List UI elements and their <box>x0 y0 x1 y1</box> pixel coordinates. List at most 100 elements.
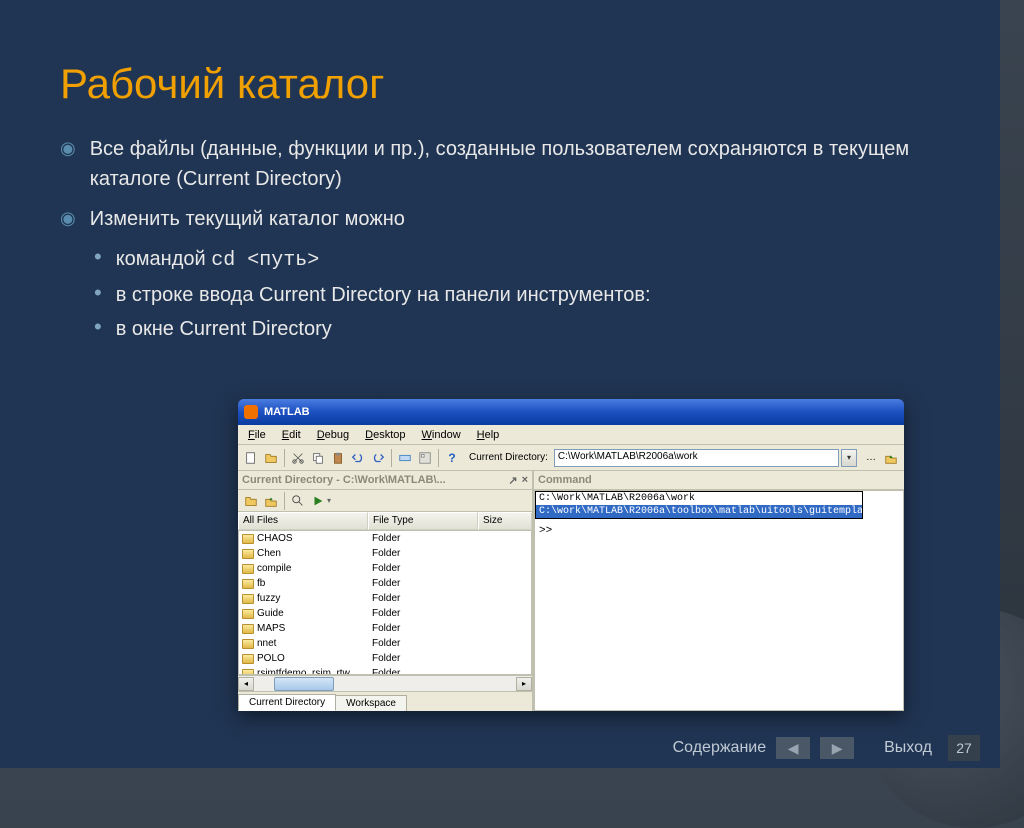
folder-icon <box>242 624 254 634</box>
directory-dropdown-list: C:\Work\MATLAB\R2006a\workC:\work\MATLAB… <box>535 491 863 519</box>
main-toolbar: ? Current Directory: C:\Work\MATLAB\R200… <box>238 445 904 471</box>
prev-slide-button[interactable]: ◀ <box>776 737 810 759</box>
panel-title-text: Current Directory - C:\Work\MATLAB\... <box>242 474 446 486</box>
panel-title-text: Command <box>538 474 592 486</box>
file-row[interactable]: GuideFolder <box>239 606 531 621</box>
page-number: 27 <box>948 735 980 761</box>
dropdown-item[interactable]: C:\work\MATLAB\R2006a\toolbox\matlab\uit… <box>536 505 862 518</box>
menu-item[interactable]: Debug <box>311 427 355 443</box>
bullet-marker-icon: • <box>94 244 102 270</box>
file-row[interactable]: CHAOSFolder <box>239 531 531 546</box>
folder-icon <box>242 654 254 664</box>
next-slide-button[interactable]: ▶ <box>820 737 854 759</box>
scroll-thumb[interactable] <box>274 677 334 691</box>
new-file-icon[interactable] <box>242 449 260 467</box>
bullet-marker-icon: • <box>94 314 102 340</box>
go-up-icon[interactable] <box>262 492 280 510</box>
menu-item[interactable]: Help <box>471 427 506 443</box>
panel-close-icon[interactable]: × <box>522 474 528 487</box>
bullet-text: Все файлы (данные, функции и пр.), созда… <box>90 134 950 194</box>
browse-button[interactable]: … <box>862 449 880 467</box>
menu-bar: FileEditDebugDesktop WindowHelp <box>238 425 904 445</box>
menu-item[interactable]: Edit <box>276 427 307 443</box>
bullet-marker-icon: ◉ <box>60 204 76 232</box>
open-file-icon[interactable] <box>262 449 280 467</box>
column-header[interactable]: Size <box>478 512 532 530</box>
find-icon[interactable] <box>289 492 307 510</box>
file-row[interactable]: compileFolder <box>239 561 531 576</box>
panel-tab[interactable]: Current Directory <box>238 694 336 711</box>
bullet-marker-icon: ◉ <box>60 134 76 162</box>
current-directory-panel: Current Directory - C:\Work\MATLAB\... ↗… <box>238 471 534 711</box>
folder-icon <box>242 609 254 619</box>
help-icon[interactable]: ? <box>443 449 461 467</box>
slide-title: Рабочий каталог <box>60 60 950 108</box>
folder-icon <box>242 564 254 574</box>
file-row[interactable]: POLOFolder <box>239 651 531 666</box>
column-header[interactable]: File Type <box>368 512 478 530</box>
panel-undock-icon[interactable]: ↗ <box>508 474 517 487</box>
simulink-icon[interactable] <box>396 449 414 467</box>
file-list[interactable]: CHAOSFolderChenFoldercompileFolderfbFold… <box>238 530 532 675</box>
folder-icon <box>242 534 254 544</box>
folder-icon <box>242 594 254 604</box>
current-directory-value: C:\Work\MATLAB\R2006a\work <box>558 451 698 462</box>
contents-link[interactable]: Содержание <box>673 739 767 757</box>
bullets-container: ◉ Все файлы (данные, функции и пр.), соз… <box>60 134 950 344</box>
column-header[interactable]: All Files <box>238 512 368 530</box>
file-row[interactable]: rsimtfdemo_rsim_rtwFolder <box>239 666 531 675</box>
up-folder-icon[interactable] <box>882 449 900 467</box>
file-row[interactable]: ChenFolder <box>239 546 531 561</box>
paste-icon[interactable] <box>329 449 347 467</box>
file-row[interactable]: MAPSFolder <box>239 621 531 636</box>
current-directory-label: Current Directory: <box>469 452 548 463</box>
copy-icon[interactable] <box>309 449 327 467</box>
file-row[interactable]: fuzzyFolder <box>239 591 531 606</box>
panel-title-bar: Command <box>534 471 904 490</box>
file-row[interactable]: fbFolder <box>239 576 531 591</box>
file-row[interactable]: nnetFolder <box>239 636 531 651</box>
dropdown-item[interactable]: C:\Work\MATLAB\R2006a\work <box>536 492 862 505</box>
guide-icon[interactable] <box>416 449 434 467</box>
bullet-item: • командой cd <путь> <box>94 244 950 276</box>
current-directory-input[interactable]: C:\Work\MATLAB\R2006a\work <box>554 449 839 467</box>
directory-dropdown-button[interactable]: ▾ <box>841 449 857 467</box>
menu-item[interactable]: Desktop <box>359 427 411 443</box>
bullet-marker-icon: • <box>94 280 102 306</box>
bullet-text: в строке ввода Current Directory на пане… <box>116 280 651 310</box>
menu-item[interactable]: Window <box>416 427 467 443</box>
bullet-text: в окне Current Directory <box>116 314 332 344</box>
matlab-window: MATLAB FileEditDebugDesktop WindowHelp ? … <box>238 399 904 711</box>
new-folder-icon[interactable] <box>242 492 260 510</box>
matlab-app-icon <box>244 405 258 419</box>
exit-link[interactable]: Выход <box>884 739 932 757</box>
window-title: MATLAB <box>264 406 310 418</box>
command-window-panel: Command C:\Work\MATLAB\R2006a\workC:\wor… <box>534 471 904 711</box>
bullet-item: • в окне Current Directory <box>94 314 950 344</box>
cut-icon[interactable] <box>289 449 307 467</box>
scroll-right-icon[interactable]: ▸ <box>516 677 532 691</box>
folder-icon <box>242 669 254 676</box>
command-window[interactable]: C:\Work\MATLAB\R2006a\workC:\work\MATLAB… <box>534 490 904 711</box>
file-list-header: All Files File Type Size <box>238 512 532 530</box>
folder-icon <box>242 639 254 649</box>
panel-title-bar: Current Directory - C:\Work\MATLAB\... ↗… <box>238 471 532 490</box>
bullet-item: ◉ Все файлы (данные, функции и пр.), соз… <box>60 134 950 194</box>
folder-icon <box>242 579 254 589</box>
menu-item[interactable]: File <box>242 427 272 443</box>
bullet-text: командой cd <путь> <box>116 244 320 276</box>
panel-tab[interactable]: Workspace <box>335 695 407 711</box>
panel-toolbar: ▾ <box>238 490 532 512</box>
folder-icon <box>242 549 254 559</box>
window-titlebar[interactable]: MATLAB <box>238 399 904 425</box>
bullet-item: • в строке ввода Current Directory на па… <box>94 280 950 310</box>
redo-icon[interactable] <box>369 449 387 467</box>
run-icon[interactable] <box>309 492 327 510</box>
bullet-text: Изменить текущий каталог можно <box>90 204 405 234</box>
undo-icon[interactable] <box>349 449 367 467</box>
panel-tabs: Current DirectoryWorkspace <box>238 691 532 711</box>
slide-footer: Содержание ◀ ▶ Выход 27 <box>0 728 1000 768</box>
scroll-left-icon[interactable]: ◂ <box>238 677 254 691</box>
bullet-item: ◉ Изменить текущий каталог можно <box>60 204 950 234</box>
horizontal-scrollbar[interactable]: ◂ ▸ <box>238 675 532 691</box>
